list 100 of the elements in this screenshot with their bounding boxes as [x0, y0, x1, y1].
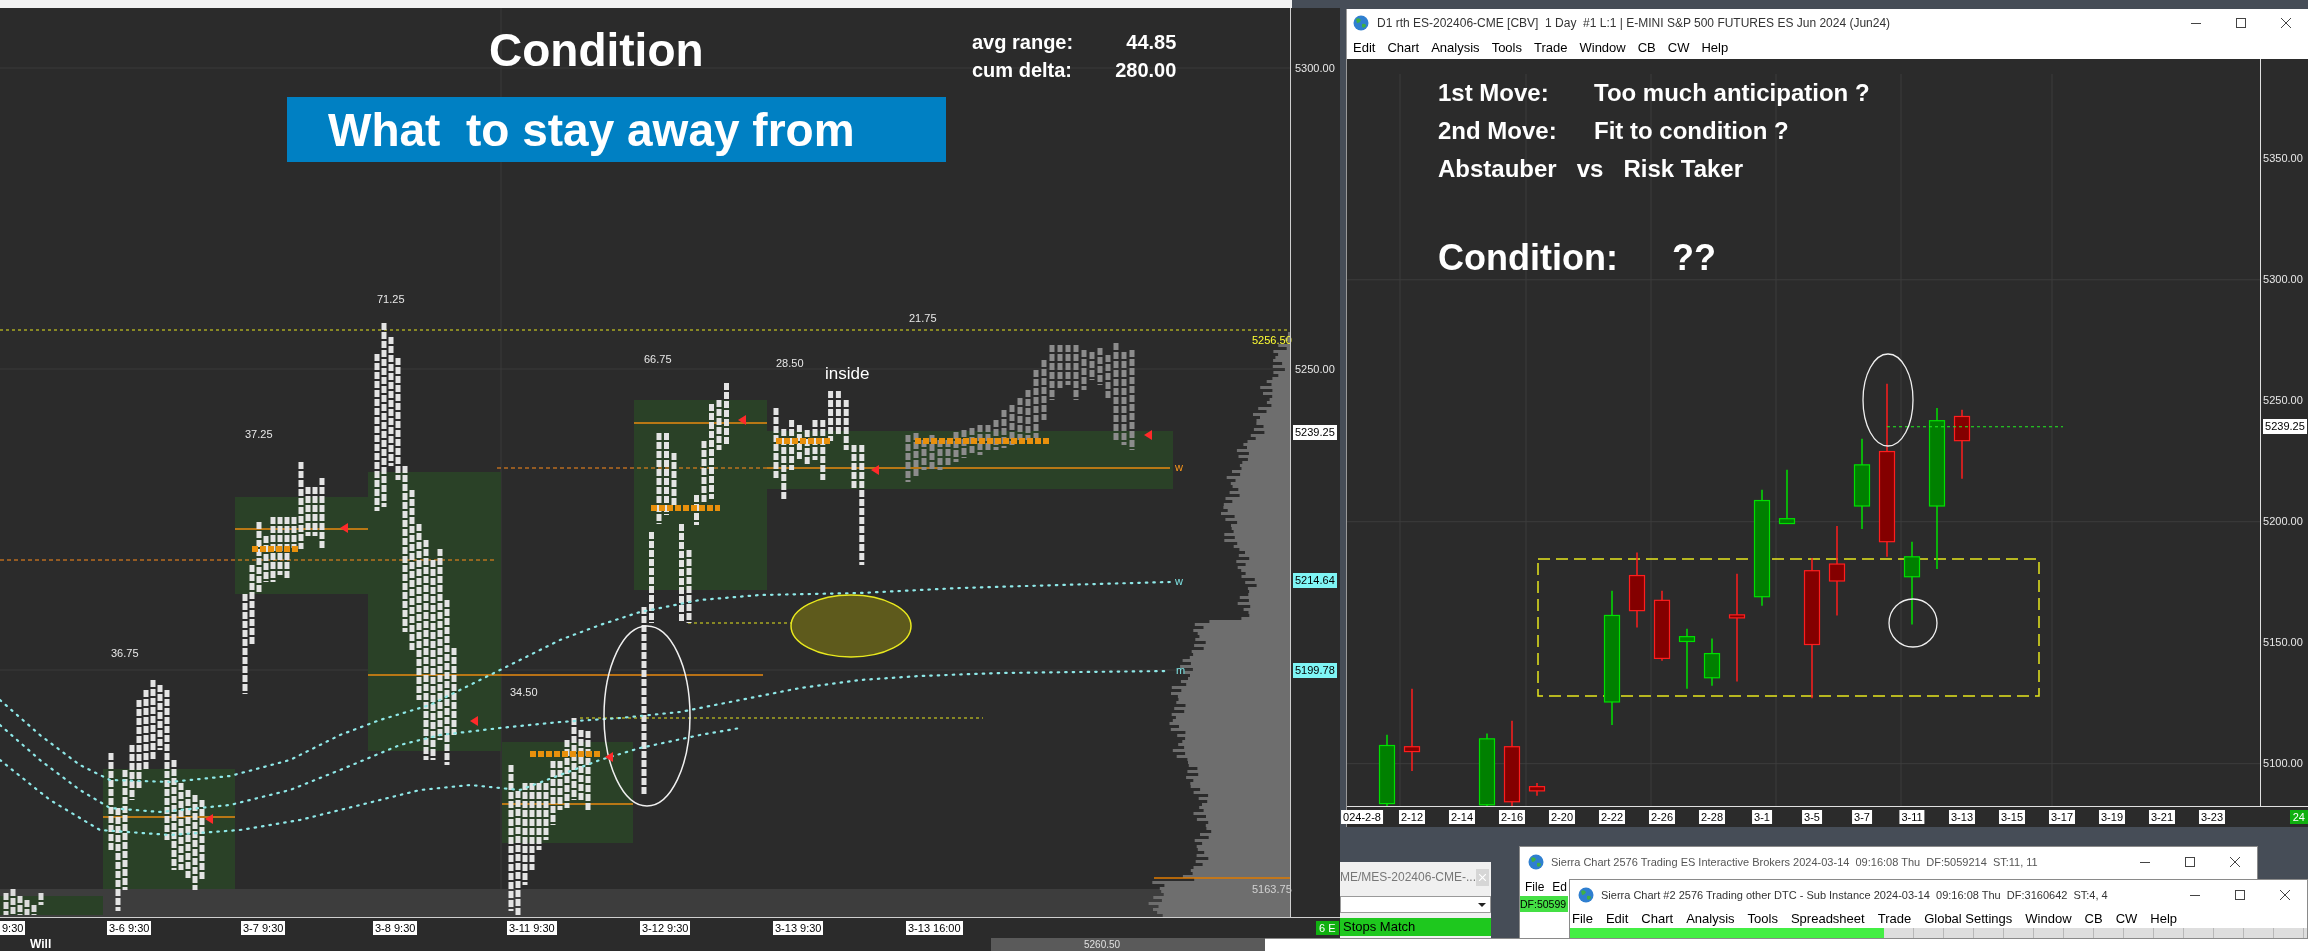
date-label: 3-19	[2099, 810, 2125, 824]
date-label: 3-17	[2049, 810, 2075, 824]
time-label: 3-12 9:30	[640, 921, 691, 935]
menu-item[interactable]: Chart	[1387, 38, 1420, 58]
menu-item[interactable]: Window	[2025, 909, 2072, 929]
menu-item[interactable]: Window	[1579, 38, 1626, 58]
annotation-label: inside	[825, 364, 870, 384]
stat-label: avg range:	[972, 31, 1074, 53]
range-label: 71.25	[377, 293, 405, 306]
menu-item[interactable]: Edit	[1605, 909, 1629, 929]
menu-item[interactable]: Chart	[1641, 909, 1674, 929]
close-icon	[2229, 857, 2240, 867]
date-label: 3-21	[2149, 810, 2175, 824]
triangle-marker-icon	[605, 752, 613, 762]
time-label: 9:30	[0, 921, 26, 935]
menu-item[interactable]: Ed	[1552, 877, 1568, 896]
price-label: 5350.00	[2263, 151, 2303, 167]
window-title: ME/MES-202406-CME-...	[1340, 869, 1477, 886]
price-label: 5214.64	[1293, 573, 1337, 588]
window-title: Sierra Chart 2576 Trading ES Interactive Brokers 2024-03-14 09:16:08 Thu DF:5059214 ST:11, 11	[1551, 854, 2038, 870]
caret-icon	[1478, 902, 1486, 907]
menu-item[interactable]: File	[1525, 877, 1545, 896]
minimize-icon	[2189, 894, 2200, 896]
close-button[interactable]	[1476, 868, 1489, 886]
price-label: 5150.00	[2263, 635, 2303, 651]
condition-value: ??	[1671, 237, 1716, 279]
menu-item[interactable]: CW	[1667, 38, 1690, 58]
stat-value: 44.85	[1126, 31, 1177, 53]
price-label: 5300.00	[2263, 272, 2303, 288]
date-label: 2-26	[1649, 810, 1675, 824]
time-label: 3-7 9:30	[241, 921, 286, 935]
close-icon	[2280, 18, 2291, 28]
price-label: 5199.78	[1293, 663, 1337, 678]
note-text: Too much anticipation ?	[1594, 79, 1870, 107]
badge: 6 E	[1316, 921, 1339, 935]
minimize-icon	[2190, 22, 2201, 24]
price-label: 5239.25	[2263, 419, 2307, 434]
time-label: 3-8 9:30	[373, 921, 418, 935]
level-tag: w	[1175, 461, 1183, 474]
menu-item[interactable]: Analysis	[1431, 38, 1480, 58]
date-label: 2-14	[1449, 810, 1475, 824]
date-label: 3-5	[1802, 810, 1822, 824]
menu-item[interactable]: CB	[2084, 909, 2103, 929]
globe-icon	[1353, 15, 1369, 31]
triangle-marker-icon	[1144, 430, 1152, 440]
time-label: 3-13 16:00	[906, 921, 963, 935]
time-label: 3-6 9:30	[107, 921, 152, 935]
minimize-icon	[2139, 861, 2150, 863]
date-label: 2-22	[1599, 810, 1625, 824]
note-text: Abstauber	[1438, 155, 1557, 183]
range-label: 36.75	[111, 647, 139, 660]
triangle-marker-icon	[871, 465, 879, 475]
range-label: 37.25	[245, 428, 273, 441]
triangle-marker-icon	[470, 716, 478, 726]
date-label: 2-12	[1399, 810, 1425, 824]
banner-heading: What to stay away from	[287, 97, 946, 162]
date-label: 024-2-8	[1341, 810, 1383, 824]
menu-item[interactable]: Global Settings	[1924, 909, 2013, 929]
menu-item[interactable]: Tools	[1747, 909, 1778, 929]
highlight-circle	[1888, 598, 1938, 648]
price-label: 5239.25	[1293, 425, 1337, 440]
stat-value: 280.00	[1115, 59, 1177, 81]
date-label: 2-20	[1549, 810, 1575, 824]
date-label: 3-23	[2199, 810, 2225, 824]
menu-item[interactable]: Help	[1701, 38, 1729, 58]
chart-title: Condition	[489, 27, 704, 73]
price-label: 5200.00	[2263, 514, 2303, 530]
date-label: 2-16	[1499, 810, 1525, 824]
note-text: Risk Taker	[1623, 155, 1743, 183]
globe-icon	[1578, 887, 1594, 903]
time-label: 3-11 9:30	[507, 921, 557, 935]
menu-item[interactable]: Spreadsheet	[1790, 909, 1865, 929]
close-icon	[2279, 890, 2290, 900]
note-text: vs	[1576, 155, 1604, 183]
range-label: 28.50	[776, 357, 804, 370]
dropdown-field[interactable]	[1340, 896, 1491, 913]
price-label: 5260.50	[1084, 938, 1121, 951]
tpo-profile-drawing	[3, 889, 44, 915]
menu-item[interactable]: Tools	[1491, 38, 1522, 58]
menu-item[interactable]: File	[1572, 909, 1593, 929]
close-icon	[1479, 873, 1486, 881]
condition-label: Condition:	[1438, 237, 1618, 279]
menu-item[interactable]: CB	[1637, 38, 1656, 58]
menu-item[interactable]: Trade	[1877, 909, 1912, 929]
maximize-icon	[2234, 890, 2245, 900]
menu-item[interactable]: Trade	[1534, 38, 1568, 58]
candlestick	[1678, 628, 1696, 690]
menu-item[interactable]: Help	[2150, 909, 2178, 929]
note-label: 2nd Move:	[1438, 117, 1558, 145]
candlestick	[1703, 637, 1721, 687]
price-label: 5300.00	[1295, 61, 1335, 76]
window-title: D1 rth ES-202406-CME [CBV] 1 Day #1 L:1 | E-MINI S&P 500 FUTURES ES Jun 2024 (Jun24)	[1377, 15, 1891, 32]
menu-item[interactable]: CW	[2115, 909, 2138, 929]
triangle-marker-icon	[340, 523, 348, 533]
menu-item[interactable]: Analysis	[1686, 909, 1735, 929]
date-label: 2-28	[1699, 810, 1725, 824]
time-label: 3-13 9:30	[773, 921, 824, 935]
status-field: Stops Match	[1340, 918, 1491, 936]
menu-item[interactable]: Edit	[1353, 38, 1376, 58]
triangle-marker-icon	[205, 814, 213, 824]
